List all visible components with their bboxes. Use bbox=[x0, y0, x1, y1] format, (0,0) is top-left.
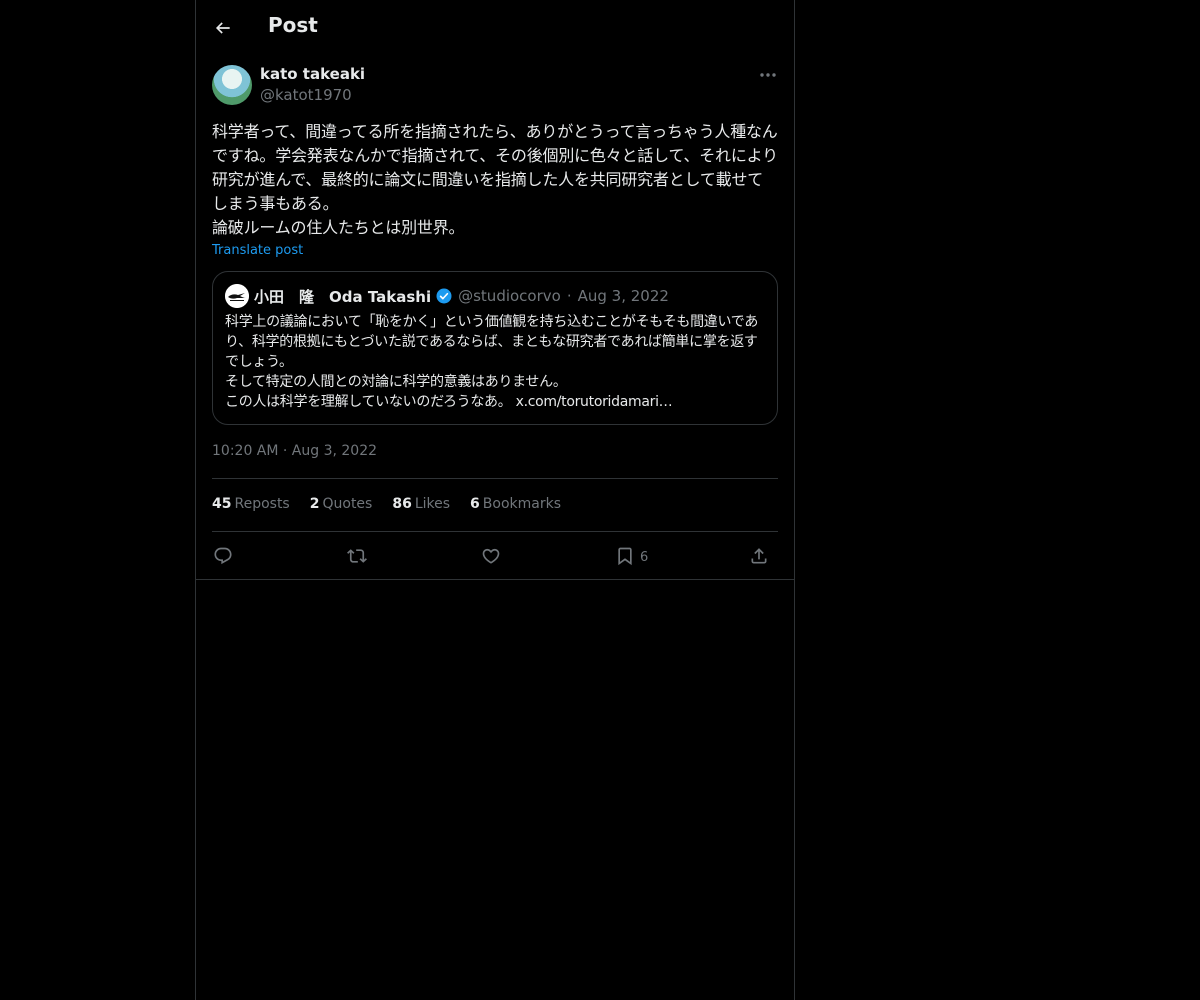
header: Post bbox=[196, 0, 794, 53]
quote-text: 科学上の議論において「恥をかく」という価値観を持ち込むことがそもそも間違いであり… bbox=[225, 314, 759, 410]
more-icon bbox=[760, 73, 776, 77]
reposts-stat[interactable]: 45 Reposts bbox=[212, 496, 290, 512]
reply-icon bbox=[214, 547, 232, 565]
repost-icon bbox=[347, 549, 367, 563]
post-timestamp[interactable]: 10:20 AM · Aug 3, 2022 bbox=[212, 443, 377, 459]
verified-badge-icon bbox=[436, 288, 452, 304]
author-handle[interactable]: @katot1970 bbox=[260, 86, 352, 104]
arrow-left-icon bbox=[215, 22, 230, 34]
separator-dot: · bbox=[566, 287, 572, 305]
post-text: 科学者って、間違ってる所を指摘されたら、ありがとうって言っちゃう人種なんですね。… bbox=[212, 122, 778, 237]
bookmark-button[interactable]: 6 bbox=[615, 540, 648, 572]
quote-header: 小田 隆 Oda Takashi @studiocorvo · Aug 3, 2… bbox=[254, 286, 669, 306]
back-button[interactable] bbox=[206, 11, 240, 45]
divider bbox=[212, 478, 778, 479]
bookmark-count: 6 bbox=[640, 550, 649, 565]
engagement-stats: 45 Reposts 2 Quotes 86 Likes 6 Bookmarks bbox=[212, 496, 561, 512]
divider bbox=[196, 579, 794, 580]
more-options-button[interactable] bbox=[756, 66, 780, 84]
like-button[interactable] bbox=[481, 540, 501, 572]
quoted-post[interactable]: 小田 隆 Oda Takashi @studiocorvo · Aug 3, 2… bbox=[212, 271, 778, 425]
bookmarks-stat[interactable]: 6 Bookmarks bbox=[470, 496, 561, 512]
quote-author-avatar bbox=[225, 284, 249, 308]
quote-author-handle: @studiocorvo bbox=[458, 287, 561, 305]
action-bar: 6 bbox=[212, 540, 778, 572]
page-title: Post bbox=[268, 13, 318, 37]
quote-date: Aug 3, 2022 bbox=[577, 287, 669, 305]
likes-stat[interactable]: 86 Likes bbox=[392, 496, 450, 512]
divider bbox=[212, 531, 778, 532]
quotes-stat[interactable]: 2 Quotes bbox=[310, 496, 373, 512]
translate-post-link[interactable]: Translate post bbox=[212, 243, 303, 258]
repost-button[interactable] bbox=[347, 540, 367, 572]
bookmark-icon bbox=[618, 547, 632, 566]
reply-button[interactable] bbox=[213, 540, 233, 572]
share-button[interactable] bbox=[749, 540, 769, 572]
author-name[interactable]: kato takeaki bbox=[260, 65, 365, 83]
post-column: Post kato takeaki @katot1970 科学者って、間違ってる… bbox=[195, 0, 795, 1000]
quote-author-name: 小田 隆 Oda Takashi bbox=[254, 287, 432, 306]
crow-logo-icon bbox=[225, 284, 249, 308]
author-avatar[interactable] bbox=[212, 65, 252, 105]
heart-icon bbox=[482, 548, 500, 564]
share-icon bbox=[751, 548, 767, 564]
